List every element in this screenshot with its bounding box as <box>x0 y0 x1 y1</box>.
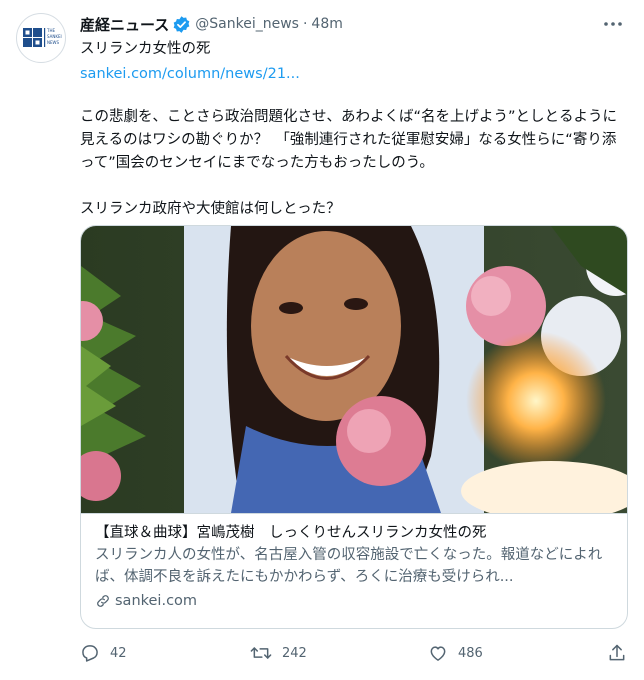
tweet-link[interactable]: sankei.com/column/news/21... <box>80 63 630 85</box>
retweet-icon <box>250 647 272 659</box>
link-card[interactable]: 【直球＆曲球】宮嶋茂樹 しっくりせんスリランカ女性の死 スリランカ人の女性が、名… <box>80 225 628 629</box>
tweet[interactable]: THE SANKEI NEWS 産経ニュース @Sankei_news · 48… <box>0 0 644 680</box>
tweet-title: スリランカ女性の死 <box>80 41 211 57</box>
header-separator: · <box>302 16 308 32</box>
card-description: スリランカ人の女性が、名古屋入管の収容施設で亡くなった。報道などによれば、体調不… <box>95 547 603 585</box>
avatar[interactable]: THE SANKEI NEWS <box>16 13 66 63</box>
reply-count: 42 <box>110 645 127 661</box>
card-image <box>81 226 627 513</box>
retweet-count: 242 <box>282 645 307 661</box>
more-icon[interactable] <box>601 12 625 36</box>
avatar-logo-text-3: NEWS <box>47 40 59 45</box>
share-icon <box>609 644 625 661</box>
tweet-actions: 42 242 486 <box>80 643 628 669</box>
tweet-time[interactable]: 48m <box>311 16 342 32</box>
author-name[interactable]: 産経ニュース <box>80 14 169 35</box>
card-domain-text: sankei.com <box>115 593 198 609</box>
tweet-header: 産経ニュース @Sankei_news · 48m <box>80 13 343 35</box>
reply-button[interactable]: 42 <box>80 643 127 663</box>
author-handle[interactable]: @Sankei_news <box>195 16 299 32</box>
card-domain[interactable]: sankei.com <box>95 590 616 612</box>
share-button[interactable] <box>607 643 627 663</box>
like-button[interactable]: 486 <box>428 643 483 663</box>
retweet-button[interactable]: 242 <box>250 643 307 663</box>
verified-badge-icon <box>172 15 191 34</box>
tweet-text: この悲劇を、ことさら政治問題化させ、あわよくば“名を上げよう”としとるように見え… <box>80 109 618 217</box>
like-icon <box>430 646 446 661</box>
card-meta[interactable]: 【直球＆曲球】宮嶋茂樹 しっくりせんスリランカ女性の死 スリランカ人の女性が、名… <box>81 513 627 628</box>
like-count: 486 <box>458 645 483 661</box>
reply-icon <box>82 645 98 662</box>
avatar-logo-text-2: SANKEI <box>47 34 62 39</box>
link-icon <box>97 595 109 607</box>
avatar-logo-text-1: THE <box>46 28 55 33</box>
card-title[interactable]: 【直球＆曲球】宮嶋茂樹 しっくりせんスリランカ女性の死 <box>95 522 616 544</box>
